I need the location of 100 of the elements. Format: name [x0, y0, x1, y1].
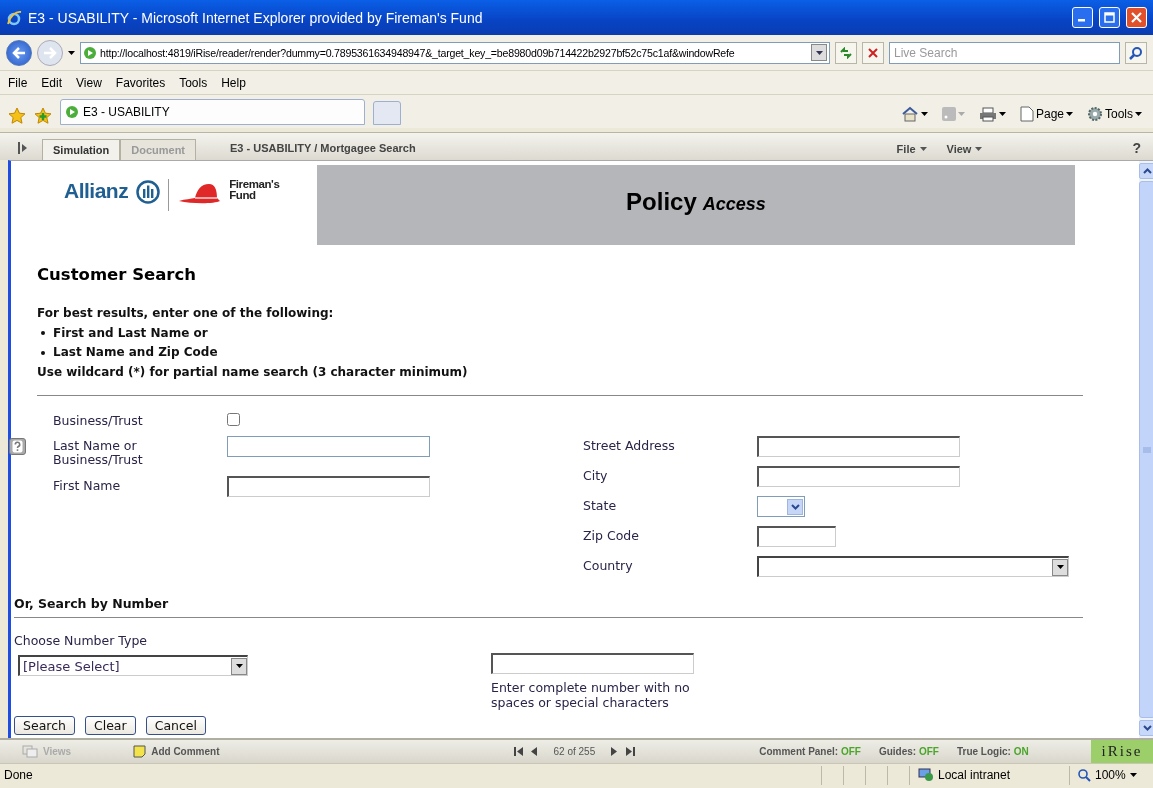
text-field[interactable]	[757, 466, 960, 487]
bullet-text: Last Name and Zip Code	[53, 344, 218, 361]
field-label: Street Address	[583, 437, 676, 453]
hint-text: Enter complete number with no spaces or special characters	[491, 680, 691, 710]
form-button[interactable]: Search	[14, 716, 75, 735]
number-type-dropdown[interactable]: [Please Select]	[18, 655, 248, 676]
home-icon	[900, 106, 919, 122]
minimize-button[interactable]	[1072, 7, 1093, 28]
field-label: City	[583, 467, 609, 483]
search-icon	[1129, 45, 1143, 60]
page-icon	[65, 105, 79, 119]
help-button[interactable]	[9, 438, 26, 455]
zoom-button[interactable]: 100%	[1069, 765, 1149, 785]
help-button[interactable]: ?	[1132, 140, 1141, 156]
next-page-icon[interactable]	[611, 747, 619, 756]
text-field[interactable]	[227, 476, 430, 497]
toolbar-menu[interactable]: File	[896, 143, 927, 155]
menu-item[interactable]: File	[8, 75, 28, 90]
bullet-icon	[41, 331, 45, 336]
state-dropdown[interactable]	[757, 496, 805, 517]
banner-title: Policy	[626, 188, 697, 216]
toggle-status[interactable]: Guides: OFF	[878, 746, 939, 757]
section-heading: Or, Search by Number	[14, 596, 170, 611]
brand-logo: iRise	[1091, 740, 1153, 763]
country-dropdown[interactable]	[757, 556, 1069, 577]
caret-icon	[975, 147, 983, 151]
view-tab[interactable]: Simulation	[42, 139, 121, 160]
number-field[interactable]	[491, 653, 694, 674]
field-label: State	[583, 497, 618, 513]
caret-icon	[235, 664, 243, 668]
caret-icon	[919, 147, 927, 151]
panel-toggle-icon[interactable]	[18, 141, 28, 155]
menu-item[interactable]: View	[76, 75, 102, 90]
field-label: Country	[583, 557, 634, 573]
document-icon	[1019, 106, 1034, 122]
stop-button[interactable]	[862, 41, 884, 64]
field-label: Business/Trust	[53, 412, 144, 428]
form-button[interactable]: Cancel	[145, 716, 206, 735]
close-icon	[868, 47, 878, 58]
maximize-button[interactable]	[1099, 7, 1120, 28]
tab-title: E3 - USABILITY	[83, 105, 170, 119]
close-icon	[1131, 12, 1142, 23]
text-field[interactable]	[227, 436, 430, 457]
command-menu-button[interactable]: Page	[1016, 103, 1076, 125]
close-button[interactable]	[1126, 7, 1147, 28]
menu-item[interactable]: Tools	[179, 75, 208, 90]
refresh-icon	[839, 46, 853, 59]
status-text: Done	[4, 768, 34, 782]
caret-icon	[957, 112, 965, 116]
page-icon	[83, 45, 97, 60]
chevron-down-icon	[1142, 725, 1152, 731]
caret-icon	[1056, 565, 1064, 569]
scroll-down-button[interactable]	[1139, 720, 1153, 736]
bullet-text: First and Last Name or	[53, 324, 208, 342]
zoom-icon	[1078, 768, 1091, 782]
back-button[interactable]	[6, 39, 32, 66]
feed-icon	[941, 107, 956, 121]
browser-tab[interactable]: E3 - USABILITY	[60, 99, 365, 125]
field-label: Last Name or Business/Trust	[53, 437, 144, 467]
field-label: First Name	[53, 477, 122, 493]
caret-icon	[1066, 112, 1073, 116]
caret-icon	[815, 50, 823, 55]
breadcrumb: E3 - USABILITY / Mortgagee Search	[230, 142, 416, 154]
caret-icon	[920, 112, 928, 116]
add-favorite-icon[interactable]	[34, 107, 52, 125]
menu-item[interactable]: Edit	[41, 75, 63, 90]
command-menu-button[interactable]: Tools	[1084, 103, 1145, 125]
windows-icon	[22, 745, 38, 758]
arrow-left-icon	[12, 46, 26, 59]
text-field[interactable]	[757, 526, 836, 547]
form-button[interactable]: Clear	[84, 716, 136, 735]
printer-icon	[978, 106, 997, 122]
question-mark-icon	[12, 440, 23, 453]
network-icon	[918, 768, 934, 782]
banner-subtitle: Access	[702, 193, 766, 215]
first-page-icon[interactable]	[513, 747, 523, 756]
menu-item[interactable]: Favorites	[115, 75, 166, 90]
caret-icon	[68, 50, 75, 55]
previous-page-icon[interactable]	[530, 747, 538, 756]
caret-icon	[1129, 773, 1137, 777]
scroll-up-button[interactable]	[1139, 163, 1153, 179]
chevron-up-icon	[1142, 168, 1152, 174]
page-counter: 62 of 255	[553, 746, 596, 757]
last-page-icon[interactable]	[626, 747, 636, 756]
search-field[interactable]: Live Search	[889, 41, 1120, 64]
text-field[interactable]	[757, 436, 960, 457]
address-field[interactable]: http://localhost:4819/iRise/reader/render?dummy=0.7895361634948947&_target_key_=be8980d09b714422b2927bf52c75c1af&windowRefe	[80, 41, 830, 64]
grip-icon	[1143, 446, 1151, 453]
star-icon[interactable]	[8, 107, 26, 125]
toggle-status[interactable]: Comment Panel: OFF	[759, 746, 861, 757]
toolbar-menu[interactable]: View	[946, 143, 983, 155]
field-label: Choose Number Type	[14, 632, 149, 648]
page-heading: Customer Search	[37, 265, 198, 284]
search-button[interactable]	[1125, 41, 1147, 64]
menu-item[interactable]: Help	[221, 75, 246, 90]
refresh-button[interactable]	[835, 41, 857, 64]
add-comment-button[interactable]: Add Comment	[133, 745, 220, 758]
toggle-status[interactable]: True Logic: ON	[956, 746, 1029, 757]
zone-label: Local intranet	[938, 768, 1011, 782]
checkbox[interactable]	[227, 413, 240, 426]
